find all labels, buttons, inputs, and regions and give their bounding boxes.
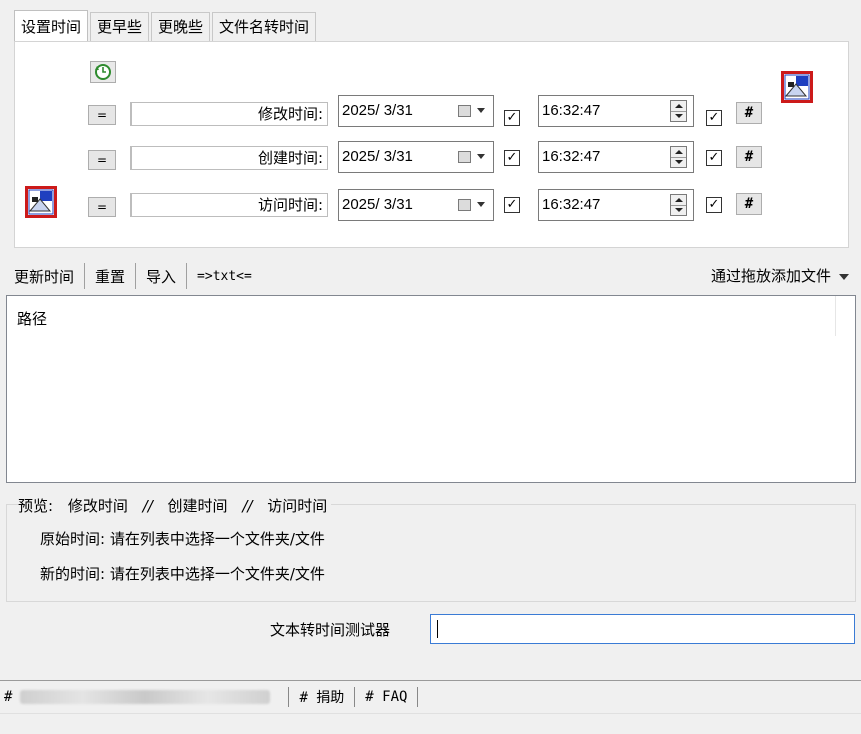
- modify-date-picker[interactable]: 2025/ 3/31: [338, 95, 494, 127]
- access-time-checkbox[interactable]: ✓: [706, 197, 722, 213]
- modify-time-label: 修改时间:: [130, 102, 328, 126]
- export-txt-button[interactable]: =>txt<=: [187, 269, 262, 284]
- homepage-link[interactable]: [20, 690, 271, 704]
- access-date-value: 2025/ 3/31: [342, 196, 413, 213]
- donate-link[interactable]: # 捐助: [299, 687, 344, 707]
- original-time-row: 原始时间: 请在列表中选择一个文件夹/文件: [40, 528, 325, 549]
- access-time-value: 16:32:47: [542, 196, 601, 213]
- divider: [417, 687, 419, 707]
- calendar-icon: [458, 151, 471, 163]
- time-spinner[interactable]: [670, 100, 687, 122]
- create-time-checkbox[interactable]: ✓: [706, 150, 722, 166]
- create-time-picker[interactable]: 16:32:47: [538, 141, 694, 173]
- tab-earlier[interactable]: 更早些: [90, 12, 150, 41]
- tab-filename-to-time[interactable]: 文件名转时间: [212, 12, 317, 41]
- new-time-value: 请在列表中选择一个文件夹/文件: [109, 565, 325, 583]
- file-list[interactable]: 路径: [6, 295, 856, 483]
- drag-add-label: 通过拖放添加文件: [710, 267, 831, 285]
- time-spinner[interactable]: [670, 146, 687, 168]
- access-date-checkbox[interactable]: ✓: [504, 197, 520, 213]
- dropdown-arrow-icon: [477, 202, 485, 207]
- original-time-label: 原始时间:: [40, 530, 106, 548]
- preview-access: 访问时间: [267, 497, 328, 515]
- create-time-label: 创建时间:: [130, 146, 328, 170]
- create-hash-button[interactable]: #: [736, 146, 762, 168]
- access-time-picker[interactable]: 16:32:47: [538, 189, 694, 221]
- import-button[interactable]: 导入: [136, 266, 186, 287]
- original-time-value: 请在列表中选择一个文件夹/文件: [109, 530, 325, 548]
- update-time-button[interactable]: 更新时间: [14, 266, 84, 287]
- divider: [288, 687, 290, 707]
- modify-hash-button[interactable]: #: [736, 102, 762, 124]
- path-column-header[interactable]: 路径: [17, 308, 47, 329]
- preview-create: 创建时间: [167, 497, 228, 515]
- tab-set-time[interactable]: 设置时间: [14, 10, 89, 41]
- apply-time-button-left[interactable]: [24, 185, 58, 219]
- equal-button-access[interactable]: =: [88, 197, 116, 217]
- preview-group: [6, 504, 856, 602]
- create-date-checkbox[interactable]: ✓: [504, 150, 520, 166]
- text-caret: [437, 620, 438, 638]
- create-time-text: 创建时间:: [257, 149, 323, 167]
- refresh-time-button[interactable]: [90, 61, 116, 83]
- tester-label: 文本转时间测试器: [270, 621, 391, 639]
- dropdown-arrow-icon: [477, 108, 485, 113]
- access-time-label: 访问时间:: [130, 193, 328, 217]
- apply-time-button[interactable]: [780, 70, 814, 104]
- calendar-icon: [458, 105, 471, 117]
- preview-modify: 修改时间: [67, 497, 128, 515]
- homepage-link-prefix: #: [4, 689, 13, 705]
- preview-prefix: 预览:: [18, 497, 54, 515]
- tab-strip: 设置时间 更早些 更晚些 文件名转时间: [14, 10, 318, 42]
- reset-button[interactable]: 重置: [85, 266, 135, 287]
- preview-sep: //: [142, 497, 153, 515]
- text-to-time-tester-input[interactable]: [430, 614, 855, 644]
- divider: [354, 687, 356, 707]
- equal-button-create[interactable]: =: [88, 150, 116, 170]
- new-time-label: 新的时间:: [40, 565, 106, 583]
- green-clock-refresh-icon: [95, 64, 111, 80]
- preview-sep: //: [242, 497, 253, 515]
- dropdown-arrow-icon: [839, 273, 849, 280]
- status-bar: # # 捐助 # FAQ: [0, 680, 861, 714]
- create-date-picker[interactable]: 2025/ 3/31: [338, 141, 494, 173]
- access-time-text: 访问时间:: [257, 196, 323, 214]
- new-time-row: 新的时间: 请在列表中选择一个文件夹/文件: [40, 563, 325, 584]
- preview-legend: 预览: 修改时间 // 创建时间 // 访问时间: [18, 495, 332, 516]
- access-date-picker[interactable]: 2025/ 3/31: [338, 189, 494, 221]
- dropdown-arrow-icon: [477, 154, 485, 159]
- action-toolbar: 更新时间 重置 导入 =>txt<=: [14, 262, 262, 290]
- modify-time-value: 16:32:47: [542, 102, 601, 119]
- faq-link[interactable]: # FAQ: [365, 689, 407, 705]
- equal-button-modify[interactable]: =: [88, 105, 116, 125]
- modify-time-picker[interactable]: 16:32:47: [538, 95, 694, 127]
- create-date-value: 2025/ 3/31: [342, 148, 413, 165]
- create-time-value: 16:32:47: [542, 148, 601, 165]
- tab-later[interactable]: 更晚些: [151, 12, 211, 41]
- column-divider: [835, 296, 836, 336]
- modify-time-checkbox[interactable]: ✓: [706, 110, 722, 126]
- calendar-grid-icon: [25, 186, 57, 218]
- modify-date-value: 2025/ 3/31: [342, 102, 413, 119]
- modify-time-text: 修改时间:: [257, 105, 323, 123]
- calendar-grid-icon: [781, 71, 813, 103]
- drag-add-files-menu[interactable]: 通过拖放添加文件: [711, 262, 849, 290]
- calendar-icon: [458, 199, 471, 211]
- access-hash-button[interactable]: #: [736, 193, 762, 215]
- modify-date-checkbox[interactable]: ✓: [504, 110, 520, 126]
- time-spinner[interactable]: [670, 194, 687, 216]
